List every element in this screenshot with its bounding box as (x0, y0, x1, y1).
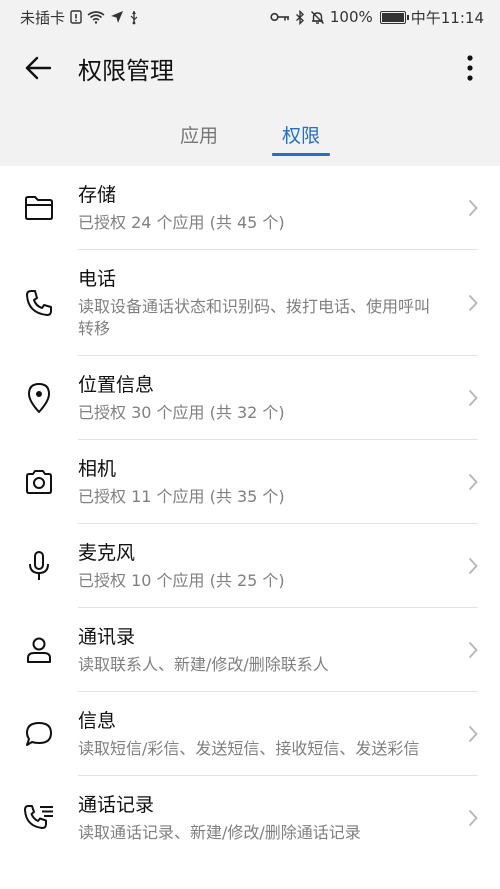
wifi-icon (87, 10, 105, 24)
permission-item-storage[interactable]: 存储 已授权 24 个应用 (共 45 个) (0, 166, 500, 250)
mute-bell-icon (310, 10, 325, 25)
permission-item-camera[interactable]: 相机 已授权 11 个应用 (共 35 个) (0, 440, 500, 524)
battery-percent: 100% (329, 8, 373, 26)
chevron-right-icon (464, 294, 478, 312)
clock-text: 中午11:14 (410, 8, 484, 27)
back-arrow-icon (25, 56, 52, 80)
item-title: 信息 (78, 710, 117, 732)
permission-list: 存储 已授权 24 个应用 (共 45 个) 电话 读取设备通话状态和识别码、拨… (0, 166, 500, 859)
tab-permissions[interactable]: 权限 (272, 102, 331, 166)
camera-icon (22, 469, 56, 495)
permission-item-phone[interactable]: 电话 读取设备通话状态和识别码、拨打电话、使用呼叫转移 (0, 250, 500, 356)
page-title: 权限管理 (78, 56, 174, 85)
app-bar: 权限管理 (0, 34, 500, 102)
sim-alert-icon (70, 10, 82, 24)
contact-person-icon (22, 636, 56, 664)
item-subtitle: 读取联系人、新建/修改/删除联系人 (78, 655, 329, 674)
item-subtitle: 读取设备通话状态和识别码、拨打电话、使用呼叫转移 (78, 297, 431, 338)
folder-icon (22, 195, 56, 221)
send-arrow-icon (110, 10, 124, 24)
phone-icon (22, 288, 56, 318)
item-subtitle: 已授权 24 个应用 (共 45 个) (78, 213, 285, 232)
item-title: 通讯录 (78, 626, 136, 648)
permission-item-call-log[interactable]: 通话记录 读取通话记录、新建/修改/删除通话记录 (0, 776, 500, 859)
permission-item-location[interactable]: 位置信息 已授权 30 个应用 (共 32 个) (0, 356, 500, 440)
chevron-right-icon (464, 473, 478, 491)
location-pin-icon (22, 382, 56, 414)
chevron-right-icon (464, 641, 478, 659)
back-button[interactable] (20, 50, 56, 86)
microphone-icon (22, 550, 56, 582)
permission-item-messages[interactable]: 信息 读取短信/彩信、发送短信、接收短信、发送彩信 (0, 692, 500, 776)
status-bar: 未插卡 100% 中午11:14 (0, 0, 500, 34)
item-subtitle: 读取短信/彩信、发送短信、接收短信、发送彩信 (78, 739, 420, 758)
item-title: 位置信息 (78, 374, 155, 396)
more-options-button[interactable] (458, 50, 482, 86)
chevron-right-icon (464, 557, 478, 575)
usb-icon (129, 10, 139, 25)
call-log-icon (22, 803, 56, 833)
item-title: 存储 (78, 184, 117, 206)
tab-label: 应用 (179, 124, 218, 147)
permission-item-contacts[interactable]: 通讯录 读取联系人、新建/修改/删除联系人 (0, 608, 500, 692)
chevron-right-icon (464, 199, 478, 217)
item-title: 电话 (78, 268, 117, 290)
battery-icon (379, 10, 409, 24)
carrier-text: 未插卡 (20, 8, 66, 27)
chevron-right-icon (464, 725, 478, 743)
chevron-right-icon (464, 809, 478, 827)
key-icon (270, 11, 290, 23)
item-title: 麦克风 (78, 542, 136, 564)
message-bubble-icon (22, 720, 56, 748)
top-area: 未插卡 100% 中午11:14 权限管理 应用 权限 (0, 0, 500, 166)
item-subtitle: 读取通话记录、新建/修改/删除通话记录 (78, 823, 361, 842)
chevron-right-icon (464, 389, 478, 407)
tab-bar: 应用 权限 (0, 102, 500, 166)
bluetooth-icon (295, 9, 305, 25)
item-title: 相机 (78, 458, 117, 480)
item-title: 通话记录 (78, 794, 155, 816)
item-subtitle: 已授权 10 个应用 (共 25 个) (78, 571, 285, 590)
item-subtitle: 已授权 30 个应用 (共 32 个) (78, 403, 285, 422)
more-vertical-icon (467, 55, 473, 81)
permission-item-microphone[interactable]: 麦克风 已授权 10 个应用 (共 25 个) (0, 524, 500, 608)
tab-label: 权限 (282, 124, 321, 147)
tab-apps[interactable]: 应用 (170, 102, 228, 166)
item-subtitle: 已授权 11 个应用 (共 35 个) (78, 487, 285, 506)
